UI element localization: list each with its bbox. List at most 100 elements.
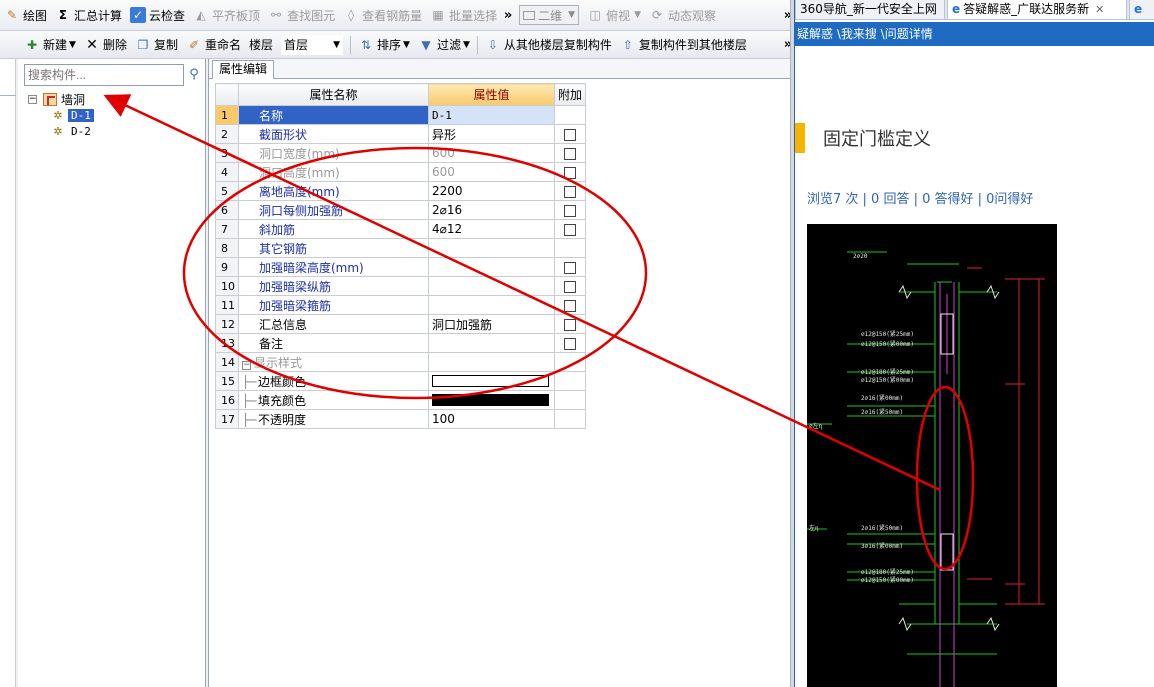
tree-item-d1[interactable]: ✲ D-1 [28, 107, 203, 123]
draw-icon: ✎ [6, 8, 18, 22]
copy-button[interactable]: ❐ 复制 [131, 33, 182, 57]
property-row[interactable]: 1 名称 D-1 [215, 105, 587, 125]
summary-calc-button[interactable]: Σ 汇总计算 [51, 3, 126, 27]
extra-checkbox[interactable] [564, 128, 576, 141]
property-value-cell[interactable] [428, 276, 555, 296]
property-value-cell[interactable]: D-1 [428, 105, 555, 125]
property-value-cell[interactable] [428, 371, 555, 391]
new-icon: ✚ [26, 37, 38, 52]
extra-cell [553, 105, 587, 125]
collapsed-side-strip[interactable] [0, 59, 16, 687]
property-value-cell[interactable]: 600 [428, 143, 555, 163]
extra-checkbox[interactable] [564, 299, 576, 312]
property-row[interactable]: 8 其它钢筋 [215, 238, 587, 258]
extra-checkbox[interactable] [564, 204, 576, 217]
copy-icon: ❐ [137, 37, 149, 52]
extra-cell [553, 238, 587, 258]
property-editor-panel: 属性编辑 属性名称 属性值 附加 1 名称 D-1 2 截面形状 异形 3 洞口宽度(mm) 6… [208, 59, 791, 687]
grid-body: 1 名称 D-1 2 截面形状 异形 3 洞口宽度(mm) 600 4 洞口高度(mm) 600 5 离地… [215, 105, 587, 429]
property-row[interactable]: 13 备注 [215, 333, 587, 353]
tree-root-wall-opening[interactable]: − 墙洞 [28, 91, 203, 107]
property-row[interactable]: 7 斜加筋 4⌀12 [215, 219, 587, 239]
color-swatch[interactable] [432, 375, 549, 387]
filter-button[interactable]: ▼ 过滤 ▼ [414, 33, 474, 57]
close-tab-icon[interactable]: ✕ [943, 3, 944, 16]
property-name-cell: 备注 [238, 333, 429, 353]
copy-to-floor-icon: ⇧ [622, 37, 633, 52]
property-value-cell[interactable]: 100 [428, 409, 555, 429]
view-rebar-quantity-button[interactable]: ◊ 查看钢筋量 [339, 3, 426, 27]
tree-item-d2[interactable]: ✲ D-2 [28, 123, 203, 139]
property-row[interactable]: 12 汇总信息 洞口加强筋 [215, 314, 587, 334]
color-swatch[interactable] [432, 394, 549, 406]
browser-tab-new[interactable]: e [1129, 0, 1154, 20]
svg-text:⌀12@180(紧25mm): ⌀12@180(紧25mm) [861, 368, 914, 376]
property-row[interactable]: 15 ├─ 边框颜色 [215, 371, 587, 391]
search-icon[interactable]: ⚲ [184, 64, 204, 86]
extra-cell [553, 162, 587, 182]
extra-checkbox[interactable] [564, 280, 576, 293]
extra-checkbox[interactable] [564, 147, 576, 160]
tab-property-edit[interactable]: 属性编辑 [212, 60, 275, 79]
copy-to-floor-button[interactable]: ⇧ 复制构件到其他楼层 [616, 33, 751, 57]
property-value-cell[interactable] [428, 238, 555, 258]
batch-select-button[interactable]: ▦ 批量选择 [426, 3, 501, 27]
browser-tab-glodon[interactable]: e 答疑解惑_广联达服务新 ✕ [947, 0, 1127, 20]
property-row[interactable]: 10 加强暗梁纵筋 [215, 276, 587, 296]
property-value-cell[interactable]: 异形 [428, 124, 555, 144]
property-value-cell[interactable] [428, 333, 555, 353]
property-value-cell[interactable]: 4⌀12 [428, 219, 555, 239]
property-value-cell[interactable]: 洞口加强筋 [428, 314, 555, 334]
collapse-icon[interactable]: − [242, 360, 251, 370]
collapse-icon[interactable]: − [28, 94, 37, 104]
browser-tab-360[interactable]: 360导航_新一代安全上网✕ [795, 0, 945, 20]
draw-button[interactable]: ✎ 绘图 [0, 3, 51, 27]
property-row[interactable]: 11 加强暗梁箍筋 [215, 295, 587, 315]
property-value-cell[interactable] [428, 390, 555, 410]
delete-button[interactable]: ✕ 删除 [80, 33, 131, 57]
sort-button[interactable]: ⇅ 排序 ▼ [354, 33, 414, 57]
new-button[interactable]: ✚ 新建 ▼ [20, 33, 80, 57]
property-row[interactable]: 14− 显示样式 [215, 352, 587, 372]
property-value-cell[interactable]: 2200 [428, 181, 555, 201]
dynamic-view-button[interactable]: ⟳ 动态观察 [645, 3, 720, 27]
property-row[interactable]: 6 洞口每侧加强筋 2⌀16 [215, 200, 587, 220]
property-name-cell: 加强暗梁箍筋 [238, 295, 429, 315]
property-row[interactable]: 3 洞口宽度(mm) 600 [215, 143, 587, 163]
extra-checkbox[interactable] [564, 185, 576, 198]
extra-checkbox[interactable] [564, 337, 576, 350]
property-value-cell[interactable]: 2⌀16 [428, 200, 555, 220]
view-angle-select[interactable]: ◫ 俯视 ▼ [583, 3, 645, 27]
view-mode-icon [523, 10, 536, 20]
extra-checkbox[interactable] [564, 223, 576, 236]
align-slab-top-button[interactable]: ◭ 平齐板顶 [189, 3, 264, 27]
extra-checkbox[interactable] [564, 261, 576, 274]
property-row[interactable]: 17 ├─ 不透明度 100 [215, 409, 587, 429]
row-number: 6 [215, 200, 239, 220]
property-value-cell[interactable] [428, 257, 555, 277]
search-input[interactable] [24, 64, 184, 86]
find-element-button[interactable]: ⚯ 查找图元 [264, 3, 339, 27]
close-tab-icon[interactable]: ✕ [1095, 3, 1104, 16]
property-row[interactable]: 5 离地高度(mm) 2200 [215, 181, 587, 201]
question-stats[interactable]: 浏览7 次 | 0 回答 | 0 答得好 | 0问得好 [807, 188, 1033, 207]
row-number: 11 [215, 295, 239, 315]
view-mode-select[interactable]: 二维 ▼ [519, 5, 580, 25]
extra-checkbox[interactable] [564, 166, 576, 179]
property-name-cell: 斜加筋 [238, 219, 429, 239]
property-row[interactable]: 4 洞口高度(mm) 600 [215, 162, 587, 182]
property-value-cell[interactable] [428, 352, 555, 372]
extra-cell [553, 181, 587, 201]
site-breadcrumb[interactable]: 疑解惑 \我来搜 \问题详情 [795, 22, 1154, 46]
toolbar-overflow-chevron[interactable]: » [501, 8, 515, 23]
property-value-cell[interactable]: 600 [428, 162, 555, 182]
extra-checkbox[interactable] [564, 318, 576, 331]
rename-button[interactable]: ✐ 重命名 [182, 33, 245, 57]
property-value-cell[interactable] [428, 295, 555, 315]
floor-select[interactable]: 首层 ▼ [281, 34, 343, 55]
property-row[interactable]: 2 截面形状 异形 [215, 124, 587, 144]
cloud-check-button[interactable]: ✓ 云检查 [126, 3, 189, 27]
property-row[interactable]: 16 ├─ 填充颜色 [215, 390, 587, 410]
property-row[interactable]: 9 加强暗梁高度(mm) [215, 257, 587, 277]
copy-from-floor-button[interactable]: ⇩ 从其他楼层复制构件 [481, 33, 616, 57]
